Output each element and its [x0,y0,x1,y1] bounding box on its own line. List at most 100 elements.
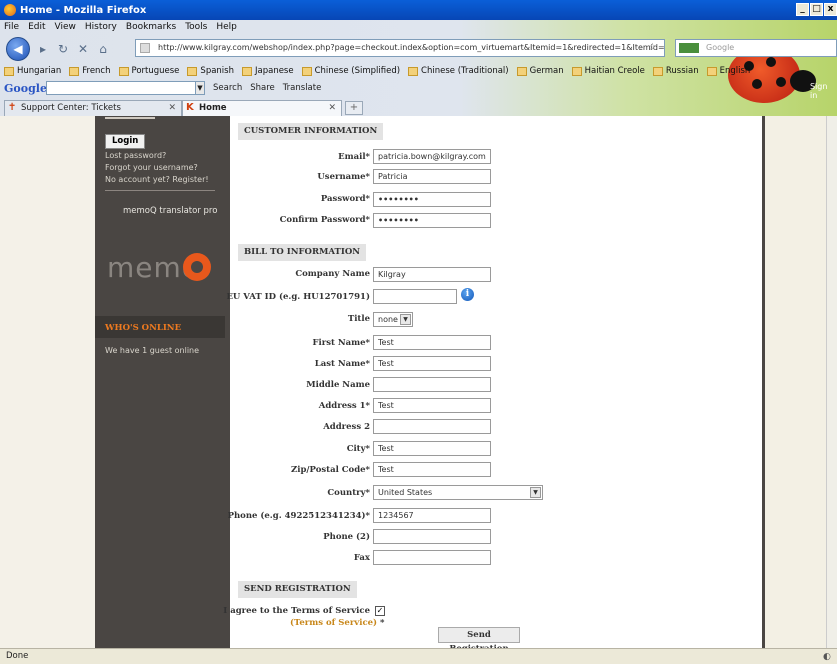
bookmark-label: German [529,66,564,76]
new-tab-button[interactable]: + [345,101,363,115]
folder-icon [242,66,252,76]
menu-tools[interactable]: Tools [185,22,207,32]
password-field[interactable]: •••••••• [373,192,491,207]
close-tab-icon[interactable]: ✕ [328,101,336,115]
city-field[interactable]: Test [373,441,491,456]
zip-field[interactable]: Test [373,462,491,477]
agree-terms-label: I agree to the Terms of Service [223,606,370,616]
vat-id-field[interactable] [373,289,457,304]
folder-icon [118,66,129,76]
google-search-input[interactable] [46,81,196,95]
terms-of-service-line: (Terms of Service) * [290,618,385,628]
send-registration-header: SEND REGISTRATION [238,581,357,598]
window-titlebar: Home - Mozilla Firefox _ □ x [0,0,837,20]
stop-button[interactable]: ✕ [76,42,90,56]
menu-help[interactable]: Help [216,22,237,32]
bookmark-russian[interactable]: Russian [652,66,699,76]
bookmark-label: Chinese (Traditional) [421,66,509,76]
url-text: http://www.kilgray.com/webshop/index.php… [158,43,665,52]
country-select[interactable]: United States ▼ [373,485,543,500]
login-button[interactable]: Login [105,134,146,149]
city-label: City* [346,444,370,454]
browser-chrome: File Edit View History Bookmarks Tools H… [0,20,837,116]
bookmark-german[interactable]: German [516,66,564,76]
status-text: Done [6,651,29,661]
address2-field[interactable] [373,419,491,434]
close-tab-icon[interactable]: ✕ [168,101,176,115]
menu-edit[interactable]: Edit [28,22,45,32]
menu-view[interactable]: View [55,22,76,32]
google-search-dropdown[interactable]: ▼ [195,81,205,95]
bookmark-label: Japanese [255,66,294,76]
phone-field[interactable]: 1234567 [373,508,491,523]
username-field[interactable]: Patricia [373,169,491,184]
chevron-down-icon: ▼ [400,314,411,325]
bookmark-label: Russian [665,66,699,76]
bookmark-label: Haitian Creole [584,66,645,76]
forward-button[interactable]: ▸ [36,42,50,56]
bookmark-chinese-simplified[interactable]: Chinese (Simplified) [301,66,401,76]
bookmark-english[interactable]: English [706,66,751,76]
send-registration-button[interactable]: Send Registration [438,627,520,648]
bookmark-portuguese[interactable]: Portuguese [118,66,179,76]
bookmark-label: Spanish [200,66,234,76]
email-field[interactable]: patricia.bown@kilgray.com [373,149,491,164]
stop-icon: ✕ [77,42,89,56]
window-title: Home - Mozilla Firefox [20,4,147,16]
folder-icon [516,66,527,76]
menu-file[interactable]: File [4,22,19,32]
maximize-button[interactable]: □ [810,3,823,16]
middle-name-field[interactable] [373,377,491,392]
url-bar[interactable]: http://www.kilgray.com/webshop/index.php… [135,39,665,57]
lost-password-link[interactable]: Lost password? [105,151,166,160]
company-name-field[interactable]: Kilgray [373,267,491,282]
home-button[interactable]: ⌂ [96,42,110,56]
minimize-button[interactable]: _ [796,3,809,16]
bookmark-japanese[interactable]: Japanese [242,66,294,76]
reload-icon: ↻ [57,42,69,56]
bookmark-spanish[interactable]: Spanish [187,66,234,76]
back-button[interactable]: ◀ [6,37,30,61]
phone2-field[interactable] [373,529,491,544]
bookmark-hungarian[interactable]: Hungarian [4,66,61,76]
tab-bar: ✝ Support Center: Tickets ✕ K Home ✕ + [0,100,837,116]
google-search-button[interactable]: Search [213,83,242,93]
bookmark-star-icon[interactable]: ☆ [648,42,657,53]
title-label: Title [347,314,370,324]
phone-label: Phone (e.g. 4922512341234)* [227,511,370,521]
google-translate-button[interactable]: Translate [283,83,322,93]
tab-support-center[interactable]: ✝ Support Center: Tickets ✕ [4,100,182,116]
bookmark-chinese-traditional[interactable]: Chinese (Traditional) [408,66,509,76]
terms-of-service-link[interactable]: (Terms of Service) [290,618,377,628]
google-logo: Google [4,81,47,95]
kilgray-tab-icon: K [186,102,194,113]
close-button[interactable]: x [824,3,837,16]
confirm-password-field[interactable]: •••••••• [373,213,491,228]
vertical-scrollbar[interactable] [826,116,837,648]
menu-bookmarks[interactable]: Bookmarks [126,22,176,32]
first-name-field[interactable]: Test [373,335,491,350]
firefox-icon [4,4,16,16]
tab-home[interactable]: K Home ✕ [182,100,342,116]
folder-icon [706,66,717,76]
address2-label: Address 2 [323,422,370,432]
info-icon[interactable]: i [461,288,474,301]
menu-history[interactable]: History [85,22,117,32]
address1-label: Address 1* [318,401,370,411]
google-signin-link[interactable]: Sign in [810,82,837,100]
reload-button[interactable]: ↻ [56,42,70,56]
fax-field[interactable] [373,550,491,565]
folder-icon [69,66,80,76]
bookmark-label: English [719,66,751,76]
search-bar[interactable]: Google [675,39,837,57]
address1-field[interactable]: Test [373,398,491,413]
agree-terms-checkbox[interactable]: ✓ [375,606,385,616]
search-engine-icon[interactable] [679,43,699,53]
bookmark-label: Chinese (Simplified) [314,66,401,76]
title-select[interactable]: none ▼ [373,312,413,327]
bookmark-haitian-creole[interactable]: Haitian Creole [571,66,645,76]
google-share-button[interactable]: Share [250,83,275,93]
bookmark-french[interactable]: French [69,66,111,76]
last-name-field[interactable]: Test [373,356,491,371]
forgot-username-link[interactable]: Forgot your username? [105,163,198,172]
